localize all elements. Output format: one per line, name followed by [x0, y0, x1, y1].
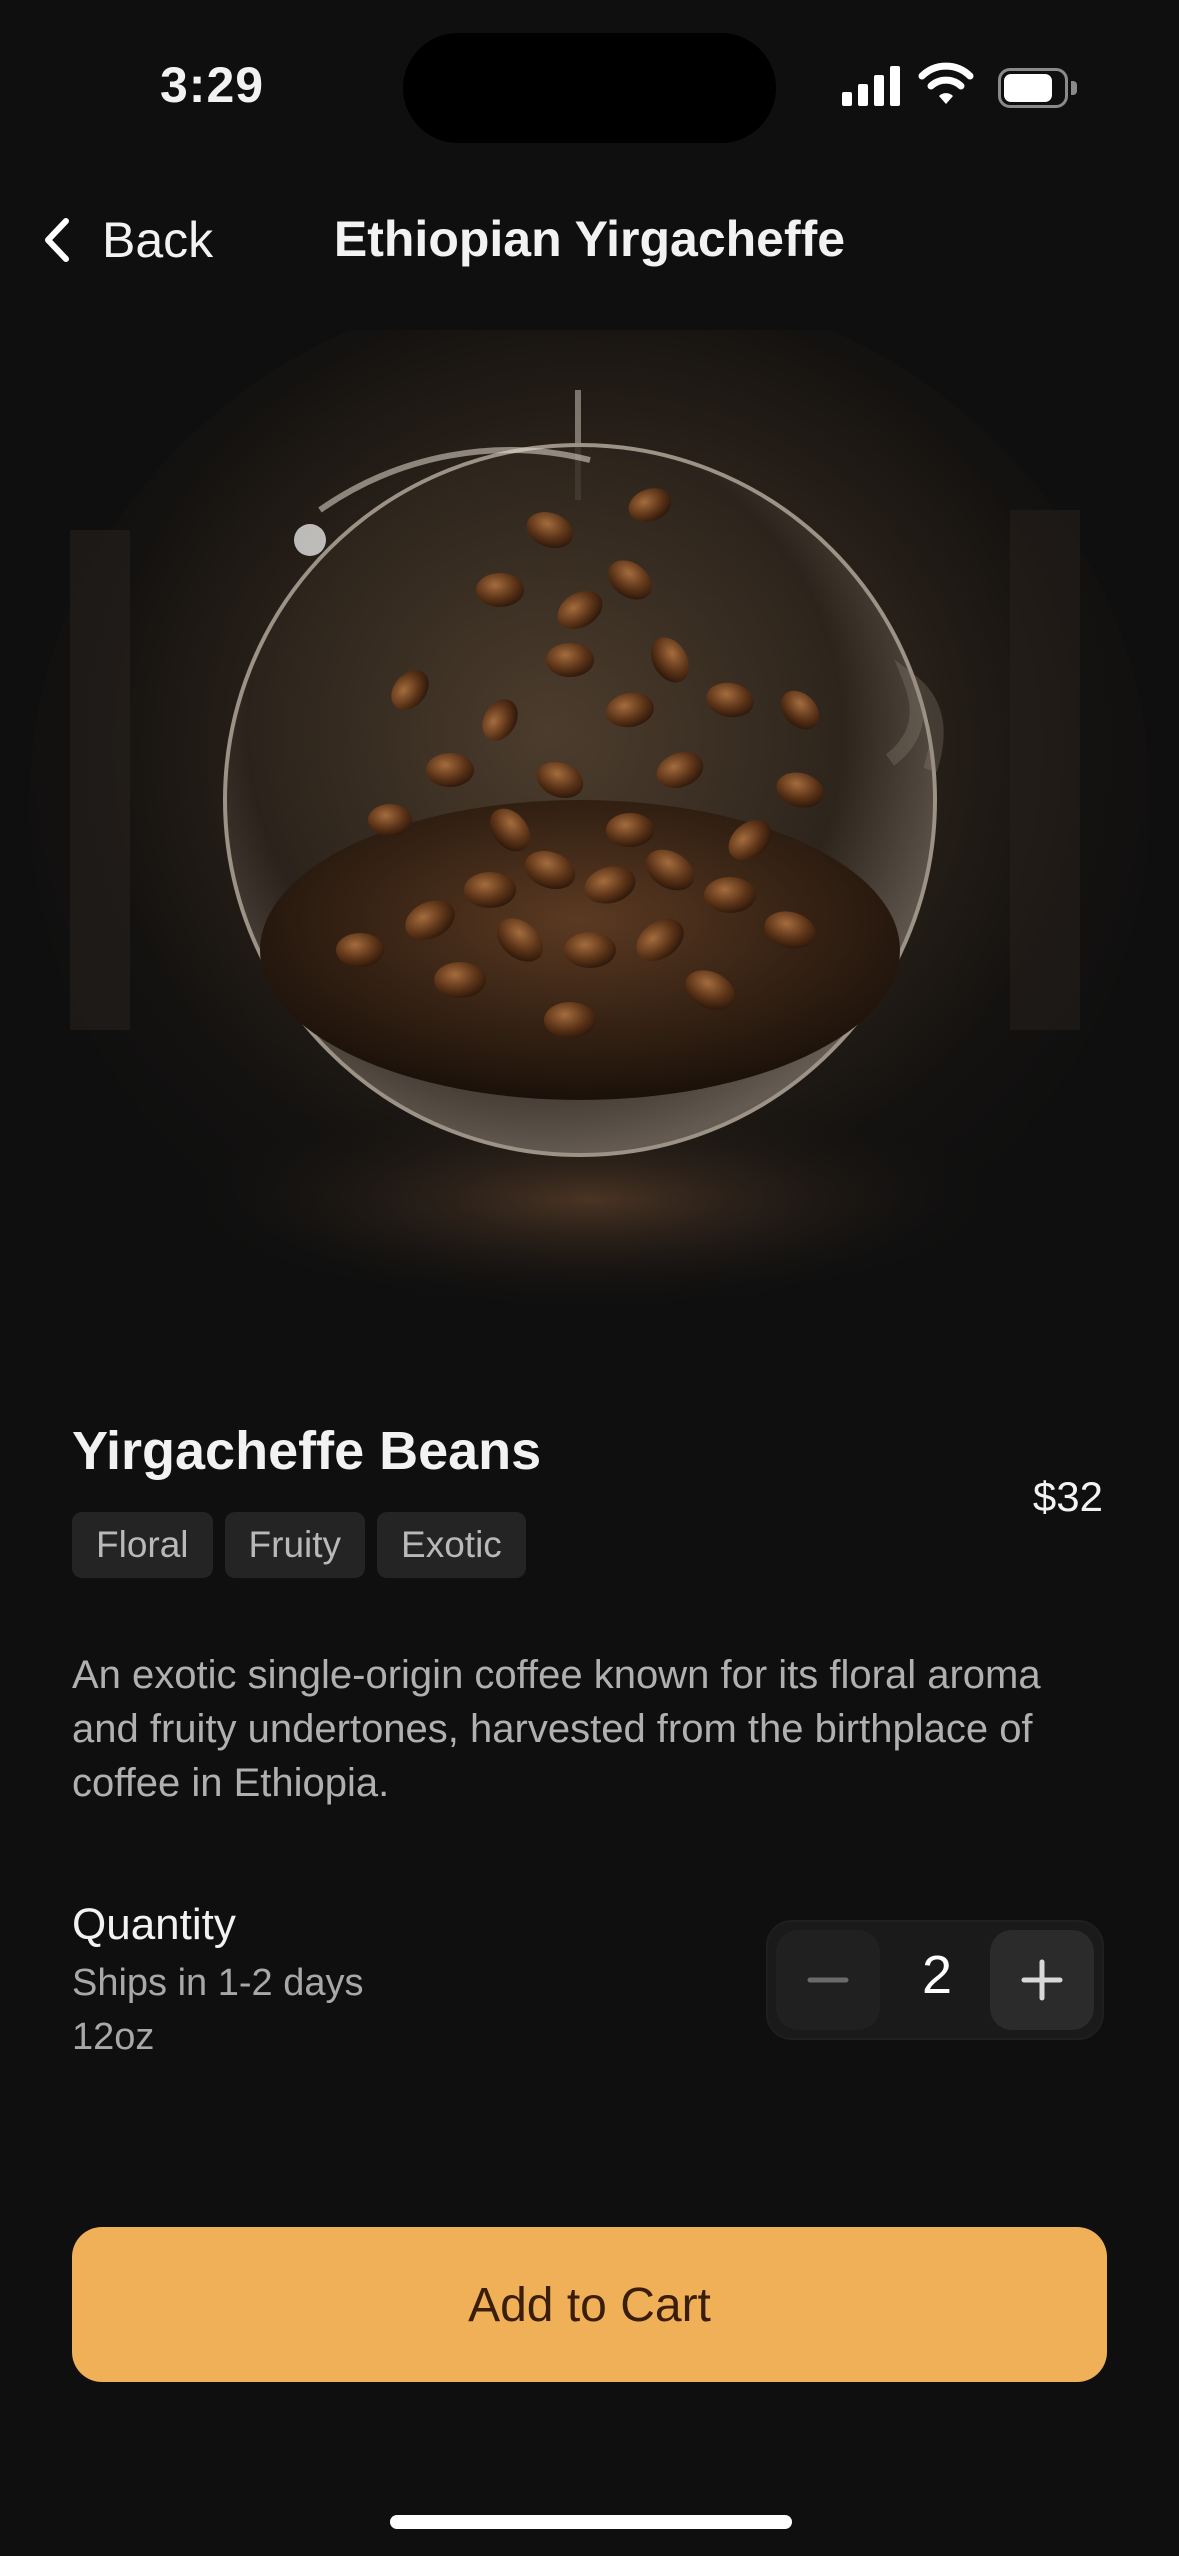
- add-to-cart-label: Add to Cart: [468, 2279, 711, 2332]
- minus-icon: [807, 1977, 849, 1983]
- home-indicator[interactable]: [390, 2515, 792, 2529]
- increase-quantity-button[interactable]: [990, 1930, 1094, 2030]
- decrease-quantity-button[interactable]: [776, 1930, 880, 2030]
- tag-list: Floral Fruity Exotic: [72, 1512, 526, 1578]
- tag-fruity: Fruity: [224, 1512, 366, 1578]
- tag-floral: Floral: [72, 1512, 213, 1578]
- dynamic-island: [403, 33, 776, 143]
- status-time: 3:29: [160, 57, 265, 113]
- size-info: 12oz: [72, 2016, 155, 2058]
- shipping-info: Ships in 1-2 days: [72, 1962, 364, 2004]
- quantity-value: 2: [921, 1945, 953, 2005]
- wifi-icon: [918, 62, 974, 104]
- battery-icon: [998, 68, 1078, 108]
- quantity-stepper: 2: [766, 1920, 1104, 2040]
- tag-exotic: Exotic: [377, 1512, 526, 1578]
- product-name: Yirgacheffe Beans: [72, 1421, 542, 1481]
- plus-icon: [1021, 1959, 1063, 2001]
- product-description: An exotic single-origin coffee known for…: [72, 1653, 1041, 1805]
- product-image: [30, 330, 1150, 1320]
- add-to-cart-button[interactable]: Add to Cart: [72, 2227, 1107, 2382]
- cellular-signal-icon: [842, 66, 900, 106]
- page-title: Ethiopian Yirgacheffe: [333, 211, 846, 267]
- product-price: $32: [1032, 1473, 1103, 1520]
- quantity-label: Quantity: [72, 1900, 236, 1949]
